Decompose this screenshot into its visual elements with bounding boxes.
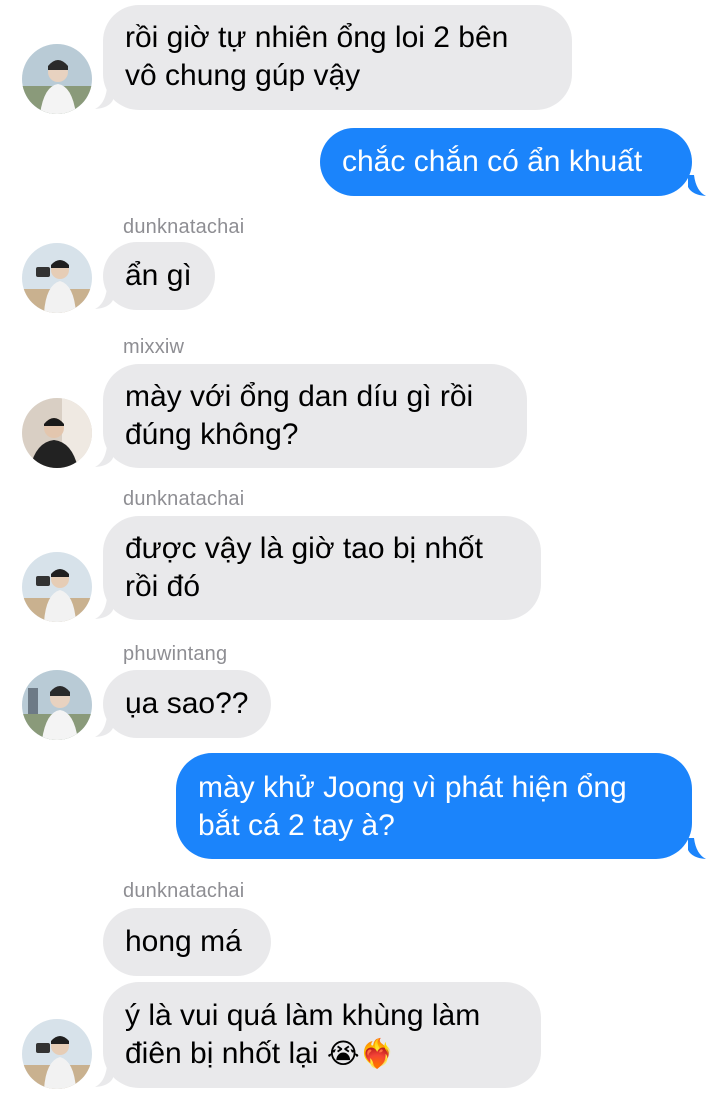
message-bubble[interactable]: mày với ổng dan díu gì rồi đúng không? [103,364,527,468]
message-text-line: ụa sao?? [125,687,249,720]
message-text-line: được vậy là giờ tao bị nhốt [125,532,483,565]
bubble-tail [688,175,706,196]
bubble-tail [95,716,113,737]
bubble-tail [95,598,113,619]
avatar[interactable] [22,398,92,468]
person-avatar-icon [22,243,92,313]
bubble-tail [95,88,113,109]
message-bubble[interactable]: mày khử Joong vì phát hiện ổng bắt cá 2 … [176,753,692,859]
bubble-tail [95,446,113,467]
person-avatar-icon [22,670,92,740]
message-bubble[interactable]: ý là vui quá làm khùng làm điên bị nhốt … [103,982,541,1088]
message-text-line: ẩn gì [125,259,192,292]
sender-name: mixxiw [123,336,185,358]
avatar[interactable] [22,552,92,622]
message-bubble[interactable]: ẩn gì [103,242,215,310]
message-bubble[interactable]: rồi giờ tự nhiên ổng loi 2 bên vô chung … [103,5,572,110]
avatar[interactable] [22,44,92,114]
heart-on-fire-icon: ❤️‍🔥 [359,1037,395,1070]
message-text-line: bắt cá 2 tay à? [198,809,395,842]
person-avatar-icon [22,44,92,114]
sender-name: dunknatachai [123,880,245,902]
message-text-line: hong má [125,925,242,958]
message-text-line: rồi giờ tự nhiên ổng loi 2 bên [125,21,509,54]
loudly-crying-face-icon: 😭 [326,1037,360,1070]
message-bubble[interactable]: ụa sao?? [103,670,271,738]
message-bubble[interactable]: chắc chắn có ẩn khuất [320,128,692,196]
sender-name: dunknatachai [123,488,245,510]
bubble-tail [688,838,706,859]
person-avatar-icon [22,552,92,622]
message-text-line-with-emoji: điên bị nhốt lại 😭❤️‍🔥 [125,1035,519,1073]
person-avatar-icon [22,398,92,468]
message-text-line: vô chung gúp vậy [125,59,361,92]
message-text-line: chắc chắn có ẩn khuất [342,145,643,178]
bubble-tail [95,288,113,309]
avatar[interactable] [22,243,92,313]
sender-name: phuwintang [123,643,228,665]
message-text-line: mày khử Joong vì phát hiện ổng [198,771,627,804]
message-bubble[interactable]: được vậy là giờ tao bị nhốt rồi đó [103,516,541,620]
message-text-line: điên bị nhốt lại [125,1037,319,1070]
bubble-tail [95,1066,113,1087]
avatar[interactable] [22,1019,92,1089]
message-text-line: rồi đó [125,570,201,603]
person-avatar-icon [22,1019,92,1089]
avatar[interactable] [22,670,92,740]
message-bubble[interactable]: hong má [103,908,271,976]
message-text-line: ý là vui quá làm khùng làm [125,999,481,1032]
message-text-line: đúng không? [125,418,299,451]
sender-name: dunknatachai [123,216,245,238]
message-text-line: mày với ổng dan díu gì rồi [125,380,474,413]
